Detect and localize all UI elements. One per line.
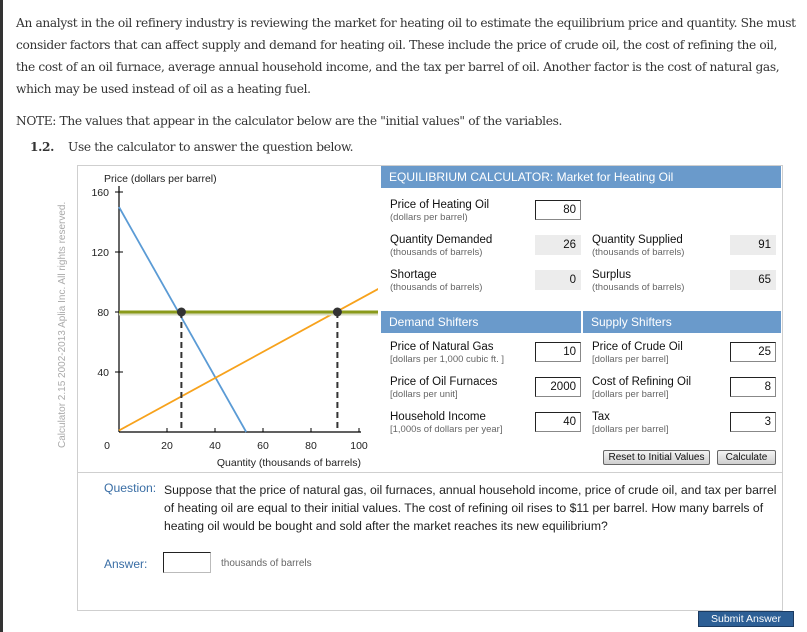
surplus-label: Surplus (thousands of barrels) xyxy=(592,269,684,293)
oil-furnaces-input[interactable] xyxy=(535,377,581,397)
quantity-demanded-value: 26 xyxy=(535,235,581,255)
x-tick-label: 100 xyxy=(350,440,368,452)
shortage-label: Shortage (thousands of barrels) xyxy=(390,269,482,293)
household-income-label-text: Household Income xyxy=(390,411,486,423)
household-income-label: Household Income [1,000s of dollars per … xyxy=(390,411,502,435)
question-label: Question: xyxy=(104,481,157,495)
calculator-title: EQUILIBRIUM CALCULATOR: Market for Heati… xyxy=(381,166,781,188)
calculate-button[interactable]: Calculate xyxy=(717,450,776,465)
refining-cost-label: Cost of Refining Oil [dollars per barrel… xyxy=(592,376,691,400)
oil-furnaces-label: Price of Oil Furnaces [dollars per unit] xyxy=(390,376,497,400)
left-border xyxy=(0,0,3,632)
answer-input[interactable] xyxy=(163,552,211,573)
x-tick-label: 0 xyxy=(104,440,110,452)
tax-label: Tax [dollars per barrel] xyxy=(592,411,669,435)
demand-curve xyxy=(118,206,247,433)
natural-gas-unit: [dollars per 1,000 cubic ft. ] xyxy=(390,354,505,365)
quantity-supplied-value: 91 xyxy=(730,235,776,255)
shortage-value: 0 xyxy=(535,270,581,290)
y-ticks: 40 80 120 160 xyxy=(91,187,123,379)
crude-oil-input[interactable] xyxy=(730,342,776,362)
refining-cost-unit: [dollars per barrel] xyxy=(592,389,669,400)
question-instruction: 1.2. Use the calculator to answer the que… xyxy=(30,140,354,154)
quantity-demanded-point xyxy=(176,307,186,317)
household-income-input[interactable] xyxy=(535,412,581,432)
price-input[interactable] xyxy=(535,200,581,220)
supply-shifters-header: Supply Shifters xyxy=(583,311,781,333)
axes xyxy=(118,186,361,433)
question-text: Suppose that the price of natural gas, o… xyxy=(164,483,777,533)
quantity-demanded-label: Quantity Demanded (thousands of barrels) xyxy=(390,234,492,258)
x-tick-label: 60 xyxy=(257,440,269,452)
instruction-text: Use the calculator to answer the questio… xyxy=(68,140,354,154)
y-tick-label: 40 xyxy=(97,367,109,379)
question-number: 1.2. xyxy=(30,140,55,154)
y-tick-label: 120 xyxy=(91,247,109,259)
surplus-unit: (thousands of barrels) xyxy=(592,282,685,293)
price-unit: (dollars per barrel) xyxy=(390,212,468,223)
equilibrium-calculator: EQUILIBRIUM CALCULATOR: Market for Heati… xyxy=(381,166,781,470)
surplus-label-text: Surplus xyxy=(592,269,631,281)
supply-demand-chart: Price (dollars per barrel) Quantity (tho… xyxy=(91,173,378,469)
oil-furnaces-unit: [dollars per unit] xyxy=(390,389,458,400)
y-tick-label: 160 xyxy=(91,187,109,199)
submit-answer-button[interactable]: Submit Answer xyxy=(698,611,794,627)
quantity-supplied-label-text: Quantity Supplied xyxy=(592,234,683,246)
refining-cost-input[interactable] xyxy=(730,377,776,397)
shortage-label-text: Shortage xyxy=(390,269,437,281)
crude-oil-unit: [dollars per barrel] xyxy=(592,354,669,365)
x-tick-label: 20 xyxy=(161,440,173,452)
answer-unit: thousands of barrels xyxy=(221,558,312,569)
natural-gas-input[interactable] xyxy=(535,342,581,362)
crude-oil-label: Price of Crude Oil [dollars per barrel] xyxy=(592,341,683,365)
intro-paragraph: An analyst in the oil refinery industry … xyxy=(16,16,796,96)
tax-input[interactable] xyxy=(730,412,776,432)
markers xyxy=(176,307,342,432)
price-label-text: Price of Heating Oil xyxy=(390,199,490,211)
y-tick-label: 80 xyxy=(97,307,109,319)
tax-label-text: Tax xyxy=(592,411,610,423)
refining-cost-label-text: Cost of Refining Oil xyxy=(592,376,692,388)
x-tick-label: 40 xyxy=(209,440,221,452)
x-tick-label: 80 xyxy=(305,440,317,452)
answer-label: Answer: xyxy=(104,557,148,571)
crude-oil-label-text: Price of Crude Oil xyxy=(592,341,683,353)
x-axis-label: Quantity (thousands of barrels) xyxy=(217,457,361,469)
tax-unit: [dollars per barrel] xyxy=(592,424,669,435)
shortage-unit: (thousands of barrels) xyxy=(390,282,483,293)
surplus-value: 65 xyxy=(730,270,776,290)
demand-shifters-header: Demand Shifters xyxy=(381,311,581,333)
series xyxy=(118,206,378,433)
quantity-demanded-label-text: Quantity Demanded xyxy=(390,234,493,246)
household-income-unit: [1,000s of dollars per year] xyxy=(390,424,503,435)
y-axis-label: Price (dollars per barrel) xyxy=(104,173,217,185)
quantity-demanded-unit: (thousands of barrels) xyxy=(390,247,483,258)
natural-gas-label: Price of Natural Gas [dollars per 1,000 … xyxy=(390,341,504,365)
price-label: Price of Heating Oil (dollars per barrel… xyxy=(390,199,489,223)
reset-button[interactable]: Reset to Initial Values xyxy=(603,450,710,465)
quantity-supplied-point xyxy=(332,307,342,317)
natural-gas-label-text: Price of Natural Gas xyxy=(390,341,494,353)
note-text: NOTE: The values that appear in the calc… xyxy=(16,114,563,128)
copyright-text: Calculator 2.15 2002-2013 Aplia Inc. All… xyxy=(57,201,68,448)
quantity-supplied-label: Quantity Supplied (thousands of barrels) xyxy=(592,234,684,258)
oil-furnaces-label-text: Price of Oil Furnaces xyxy=(390,376,498,388)
quantity-supplied-unit: (thousands of barrels) xyxy=(592,247,685,258)
